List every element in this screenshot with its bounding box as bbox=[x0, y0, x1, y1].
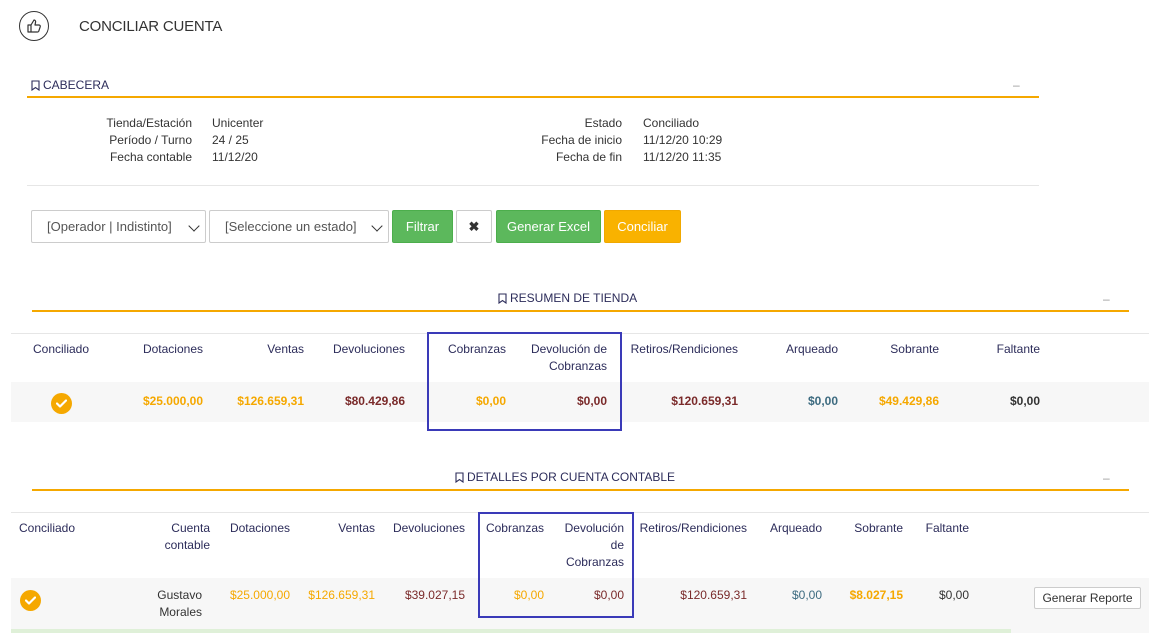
col-header-dotaciones: Dotaciones bbox=[142, 342, 203, 356]
cell-ventas: $126.659,31 bbox=[237, 394, 304, 408]
highlight-box bbox=[478, 512, 634, 618]
cell-devoluciones: $39.027,15 bbox=[404, 588, 465, 602]
check-icon bbox=[20, 590, 41, 611]
chevron-down-icon bbox=[371, 220, 383, 232]
cell-dotaciones: $25.000,00 bbox=[229, 588, 290, 602]
info-value-fecha-inicio: 11/12/20 10:29 bbox=[643, 133, 723, 147]
info-label-periodo: Período / Turno bbox=[109, 133, 192, 147]
divider bbox=[27, 185, 1039, 186]
row-status-bar bbox=[11, 629, 1011, 633]
check-icon bbox=[51, 393, 72, 414]
cell-arqueado: $0,00 bbox=[807, 394, 838, 408]
cell-dotaciones: $25.000,00 bbox=[142, 394, 203, 408]
cabecera-title: CABECERA bbox=[43, 78, 110, 92]
info-value-periodo: 24 / 25 bbox=[212, 133, 249, 147]
clear-filter-button[interactable]: ✖ bbox=[456, 210, 492, 243]
col-header-sobrante: Sobrante bbox=[854, 521, 903, 535]
generate-report-button[interactable]: Generar Reporte bbox=[1034, 587, 1141, 609]
col-header-arqueado: Arqueado bbox=[785, 342, 838, 356]
col-header-devoluciones: Devoluciones bbox=[332, 342, 405, 356]
info-label-estado: Estado bbox=[584, 116, 622, 130]
operator-select-value: [Operador | Indistinto] bbox=[47, 219, 172, 234]
thumbs-up-icon bbox=[19, 11, 49, 41]
cell-retiros: $120.659,31 bbox=[671, 394, 738, 408]
col-header-devoluciones: Devoluciones bbox=[392, 521, 465, 535]
info-value-tienda: Unicenter bbox=[212, 116, 264, 130]
col-header-faltante: Faltante bbox=[925, 521, 969, 535]
cell-devoluciones: $80.429,86 bbox=[344, 394, 405, 408]
generate-excel-button[interactable]: Generar Excel bbox=[496, 210, 601, 243]
cell-ventas: $126.659,31 bbox=[308, 588, 375, 602]
info-label-fecha-contable: Fecha contable bbox=[109, 150, 192, 164]
col-header-ventas: Ventas bbox=[267, 342, 304, 356]
state-select-value: [Seleccione un estado] bbox=[225, 219, 357, 234]
section-divider bbox=[32, 489, 1129, 491]
cell-sobrante: $49.429,86 bbox=[878, 394, 939, 408]
cell-faltante: $0,00 bbox=[1009, 394, 1040, 408]
bookmark-icon bbox=[498, 292, 507, 304]
col-header-conciliado: Conciliado bbox=[33, 342, 90, 356]
info-value-fecha-contable: 11/12/20 bbox=[212, 150, 258, 164]
cell-cuenta-line2: Morales bbox=[159, 605, 202, 619]
bookmark-icon bbox=[455, 471, 464, 483]
section-divider bbox=[32, 310, 1129, 312]
conciliar-button[interactable]: Conciliar bbox=[604, 210, 681, 243]
col-header-cuenta-contable: Cuenta contable bbox=[140, 520, 210, 554]
col-header-retiros: Retiros/Rendiciones bbox=[639, 521, 747, 535]
info-value-estado: Conciliado bbox=[643, 116, 700, 130]
col-header-ventas: Ventas bbox=[338, 521, 375, 535]
cell-sobrante: $8.027,15 bbox=[849, 588, 903, 602]
col-header-cuenta-line1: Cuenta bbox=[171, 521, 210, 535]
highlight-box bbox=[427, 332, 622, 431]
bookmark-icon bbox=[31, 79, 40, 91]
filter-button[interactable]: Filtrar bbox=[392, 210, 453, 243]
col-header-sobrante: Sobrante bbox=[890, 342, 939, 356]
cell-cuenta-line1: Gustavo bbox=[157, 588, 202, 602]
cell-arqueado: $0,00 bbox=[791, 588, 822, 602]
col-header-faltante: Faltante bbox=[996, 342, 1040, 356]
collapse-icon[interactable]: – bbox=[1013, 78, 1020, 92]
cabecera-section-header[interactable]: CABECERA bbox=[31, 78, 109, 92]
col-header-arqueado: Arqueado bbox=[769, 521, 822, 535]
col-header-dotaciones: Dotaciones bbox=[229, 521, 290, 535]
operator-select[interactable]: [Operador | Indistinto] bbox=[31, 210, 206, 243]
detalles-title: DETALLES POR CUENTA CONTABLE bbox=[467, 470, 676, 484]
col-header-cuenta-line2: contable bbox=[164, 538, 210, 552]
section-divider bbox=[27, 96, 1039, 98]
detalles-section-header[interactable]: DETALLES POR CUENTA CONTABLE bbox=[455, 470, 675, 484]
collapse-icon[interactable]: – bbox=[1103, 471, 1110, 485]
info-label-fecha-fin: Fecha de fin bbox=[555, 150, 622, 164]
cell-faltante: $0,00 bbox=[938, 588, 969, 602]
cell-cuenta-contable: Gustavo Morales bbox=[140, 587, 202, 621]
chevron-down-icon bbox=[188, 220, 200, 232]
page-title: CONCILIAR CUENTA bbox=[79, 18, 223, 35]
info-label-fecha-inicio: Fecha de inicio bbox=[541, 133, 622, 147]
info-value-fecha-fin: 11/12/20 11:35 bbox=[643, 150, 722, 164]
cell-retiros: $120.659,31 bbox=[680, 588, 747, 602]
col-header-retiros: Retiros/Rendiciones bbox=[630, 342, 738, 356]
info-label-tienda: Tienda/Estación bbox=[106, 116, 192, 130]
col-header-conciliado: Conciliado bbox=[19, 521, 76, 535]
resumen-title: RESUMEN DE TIENDA bbox=[510, 291, 638, 305]
resumen-section-header[interactable]: RESUMEN DE TIENDA bbox=[498, 291, 637, 305]
collapse-icon[interactable]: – bbox=[1103, 292, 1110, 306]
state-select[interactable]: [Seleccione un estado] bbox=[209, 210, 389, 243]
